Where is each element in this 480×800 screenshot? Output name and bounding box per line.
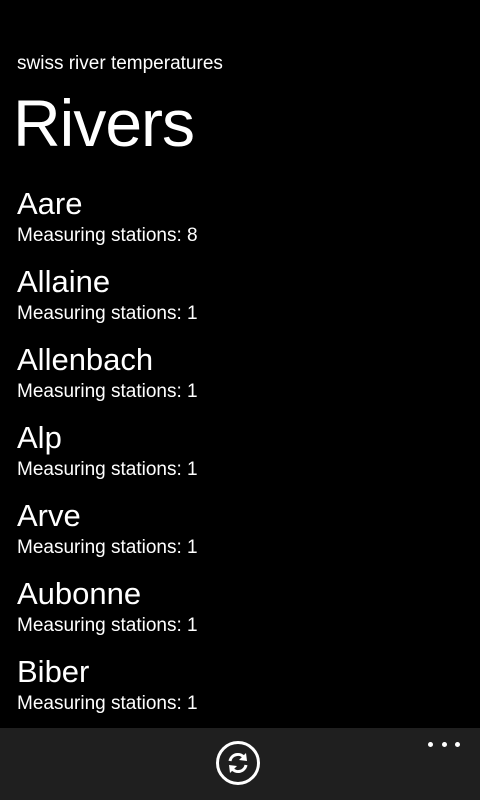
page-title: Rivers bbox=[13, 86, 195, 160]
river-stations: Measuring stations: 1 bbox=[17, 615, 198, 636]
app-title: swiss river temperatures bbox=[17, 53, 223, 74]
river-stations: Measuring stations: 1 bbox=[17, 303, 198, 324]
river-stations: Measuring stations: 8 bbox=[17, 225, 198, 246]
river-name: Allaine bbox=[17, 264, 111, 299]
ellipsis-icon bbox=[455, 741, 460, 747]
river-name: Alp bbox=[17, 420, 62, 455]
app-bar bbox=[0, 728, 480, 800]
list-item-river[interactable]: Allenbach Measuring stations: 1 bbox=[0, 340, 480, 418]
river-name: Aare bbox=[17, 186, 83, 221]
list-item-river[interactable]: Aubonne Measuring stations: 1 bbox=[0, 574, 480, 652]
river-stations: Measuring stations: 1 bbox=[17, 381, 198, 402]
list-item-river[interactable]: Allaine Measuring stations: 1 bbox=[0, 262, 480, 340]
river-name: Arve bbox=[17, 498, 81, 533]
list-item-river[interactable]: Arve Measuring stations: 1 bbox=[0, 496, 480, 574]
app-root: swiss river temperatures Rivers Aare Mea… bbox=[0, 0, 480, 800]
river-name: Aubonne bbox=[17, 576, 142, 611]
river-list: Aare Measuring stations: 8 Allaine Measu… bbox=[0, 184, 480, 730]
river-name: Allenbach bbox=[17, 342, 154, 377]
river-name: Biber bbox=[17, 654, 90, 689]
refresh-button[interactable] bbox=[216, 741, 260, 785]
river-stations: Measuring stations: 1 bbox=[17, 537, 198, 558]
ellipsis-icon bbox=[428, 741, 433, 747]
ellipsis-icon bbox=[441, 741, 447, 747]
more-options-button[interactable] bbox=[428, 736, 460, 752]
list-item-river[interactable]: Biber Measuring stations: 1 bbox=[0, 652, 480, 730]
river-stations: Measuring stations: 1 bbox=[17, 693, 198, 714]
river-stations: Measuring stations: 1 bbox=[17, 459, 198, 480]
list-item-river[interactable]: Alp Measuring stations: 1 bbox=[0, 418, 480, 496]
refresh-icon bbox=[228, 752, 248, 774]
list-item-river[interactable]: Aare Measuring stations: 8 bbox=[0, 184, 480, 262]
